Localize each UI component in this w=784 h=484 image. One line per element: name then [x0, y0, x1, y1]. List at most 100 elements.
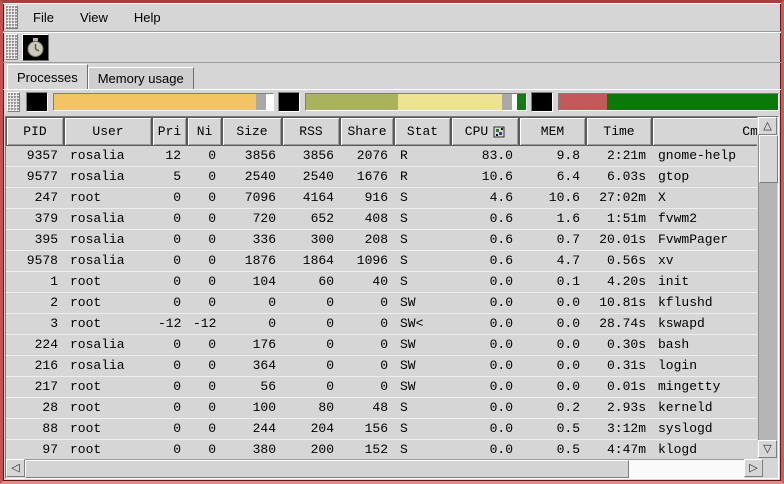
cell-user: rosalia: [64, 167, 152, 187]
column-header[interactable]: Share: [340, 117, 394, 146]
column-header-label: Cmd: [742, 124, 757, 139]
column-header[interactable]: Ni: [187, 117, 222, 146]
process-row[interactable]: 247 root 0 0 7096 4164 916 S 4.6 10.6 27…: [6, 188, 757, 209]
cell-pri: 0: [152, 272, 187, 292]
cell-cpu: 0.6: [451, 251, 519, 271]
process-row[interactable]: 97 root 0 0 380 200 152 S 0.0 0.5 4:47m …: [6, 440, 757, 458]
cell-pid: 97: [6, 440, 64, 458]
process-row[interactable]: 1 root 0 0 104 60 40 S 0.0 0.1 4.20s ini…: [6, 272, 757, 293]
process-row[interactable]: 88 root 0 0 244 204 156 S 0.0 0.5 3:12m …: [6, 419, 757, 440]
cell-mem: 0.5: [519, 419, 586, 439]
cell-stat: S: [394, 251, 451, 271]
cell-rss: 0: [282, 377, 340, 397]
cell-user: root: [64, 188, 152, 208]
cell-pri: -12: [152, 314, 187, 334]
vertical-scrollbar-thumb[interactable]: [759, 135, 778, 183]
column-header-label: RSS: [299, 124, 322, 139]
cell-pri: 0: [152, 440, 187, 458]
cell-command: kflushd: [652, 293, 757, 313]
cell-ni: 0: [187, 293, 222, 313]
process-row[interactable]: 216 rosalia 0 0 364 0 0 SW 0.0 0.0 0.31s…: [6, 356, 757, 377]
cpu-usage-bar: [53, 93, 274, 111]
scroll-right-icon: ▷: [749, 463, 757, 474]
column-header[interactable]: Pri: [152, 117, 187, 146]
cell-cpu: 4.6: [451, 188, 519, 208]
cell-size: 244: [222, 419, 282, 439]
cell-user: root: [64, 314, 152, 334]
cell-pid: 1: [6, 272, 64, 292]
cell-cpu: 0.0: [451, 272, 519, 292]
menu-help[interactable]: Help: [121, 4, 174, 31]
toolbar-drag-handle[interactable]: [5, 34, 18, 60]
scroll-left-button[interactable]: ◁: [6, 459, 25, 477]
column-header[interactable]: PID: [6, 117, 64, 146]
tab-memory-usage[interactable]: Memory usage: [88, 67, 194, 89]
process-row[interactable]: 9357 rosalia 12 0 3856 3856 2076 R 83.0 …: [6, 146, 757, 167]
gtop-window: File View Help Processes Memory usage: [0, 0, 784, 484]
cell-ni: 0: [187, 377, 222, 397]
cell-size: 176: [222, 335, 282, 355]
process-row[interactable]: 395 rosalia 0 0 336 300 208 S 0.6 0.7 20…: [6, 230, 757, 251]
column-header[interactable]: User: [64, 117, 152, 146]
cell-share: 0: [340, 335, 394, 355]
cell-rss: 0: [282, 293, 340, 313]
cpu-usage-segment: [256, 94, 266, 110]
cell-time: 0.56s: [586, 251, 652, 271]
menu-file[interactable]: File: [20, 4, 67, 31]
column-header[interactable]: Size: [222, 117, 282, 146]
cell-share: 0: [340, 356, 394, 376]
column-header[interactable]: Time: [586, 117, 652, 146]
cell-rss: 200: [282, 440, 340, 458]
cell-rss: 300: [282, 230, 340, 250]
cell-pri: 0: [152, 377, 187, 397]
cell-mem: 0.0: [519, 377, 586, 397]
summary-drag-handle[interactable]: [7, 92, 20, 112]
vertical-scrollbar-trough[interactable]: [758, 135, 777, 440]
cell-mem: 9.8: [519, 146, 586, 166]
process-row[interactable]: 9577 rosalia 5 0 2540 2540 1676 R 10.6 6…: [6, 167, 757, 188]
cell-user: root: [64, 293, 152, 313]
cell-stat: SW<: [394, 314, 451, 334]
swap-usage-bar: [558, 93, 779, 111]
cell-pri: 0: [152, 356, 187, 376]
process-row[interactable]: 3 root -12 -12 0 0 0 SW< 0.0 0.0 28.74s …: [6, 314, 757, 335]
process-row[interactable]: 224 rosalia 0 0 176 0 0 SW 0.0 0.0 0.30s…: [6, 335, 757, 356]
menu-view[interactable]: View: [67, 4, 121, 31]
column-header[interactable]: MEM: [519, 117, 586, 146]
cell-pid: 9577: [6, 167, 64, 187]
column-header[interactable]: RSS: [282, 117, 340, 146]
scroll-down-button[interactable]: ▽: [758, 440, 777, 458]
cell-share: 1096: [340, 251, 394, 271]
process-row[interactable]: 28 root 0 0 100 80 48 S 0.0 0.2 2.93s ke…: [6, 398, 757, 419]
horizontal-scrollbar-thumb[interactable]: [25, 460, 629, 478]
memory-usage-bar: [305, 93, 526, 111]
cell-pri: 0: [152, 419, 187, 439]
scroll-up-button[interactable]: △: [758, 117, 777, 135]
timer-button[interactable]: [22, 34, 49, 61]
tab-processes[interactable]: Processes: [7, 64, 88, 89]
cell-pri: 0: [152, 209, 187, 229]
process-row[interactable]: 9578 rosalia 0 0 1876 1864 1096 S 0.6 4.…: [6, 251, 757, 272]
process-row[interactable]: 379 rosalia 0 0 720 652 408 S 0.6 1.6 1:…: [6, 209, 757, 230]
cell-size: 56: [222, 377, 282, 397]
cell-cpu: 0.0: [451, 377, 519, 397]
column-header[interactable]: CPU: [451, 117, 519, 146]
menubar-drag-handle[interactable]: [5, 5, 18, 29]
cell-time: 4:47m: [586, 440, 652, 458]
process-row[interactable]: 2 root 0 0 0 0 0 SW 0.0 0.0 10.81s kflus…: [6, 293, 757, 314]
cell-share: 152: [340, 440, 394, 458]
cell-pri: 0: [152, 230, 187, 250]
cell-stat: S: [394, 209, 451, 229]
column-header-label: Pri: [158, 124, 181, 139]
cell-command: xv: [652, 251, 757, 271]
horizontal-scrollbar-trough[interactable]: [25, 459, 744, 478]
memory-graph-square: [278, 92, 300, 112]
cell-cpu: 0.0: [451, 419, 519, 439]
process-row[interactable]: 217 root 0 0 56 0 0 SW 0.0 0.0 0.01s min…: [6, 377, 757, 398]
column-header[interactable]: Cmd: [652, 117, 757, 146]
cell-command: bash: [652, 335, 757, 355]
scroll-right-button[interactable]: ▷: [744, 459, 763, 477]
cell-mem: 0.7: [519, 230, 586, 250]
column-header-label: Size: [236, 124, 267, 139]
column-header[interactable]: Stat: [394, 117, 451, 146]
